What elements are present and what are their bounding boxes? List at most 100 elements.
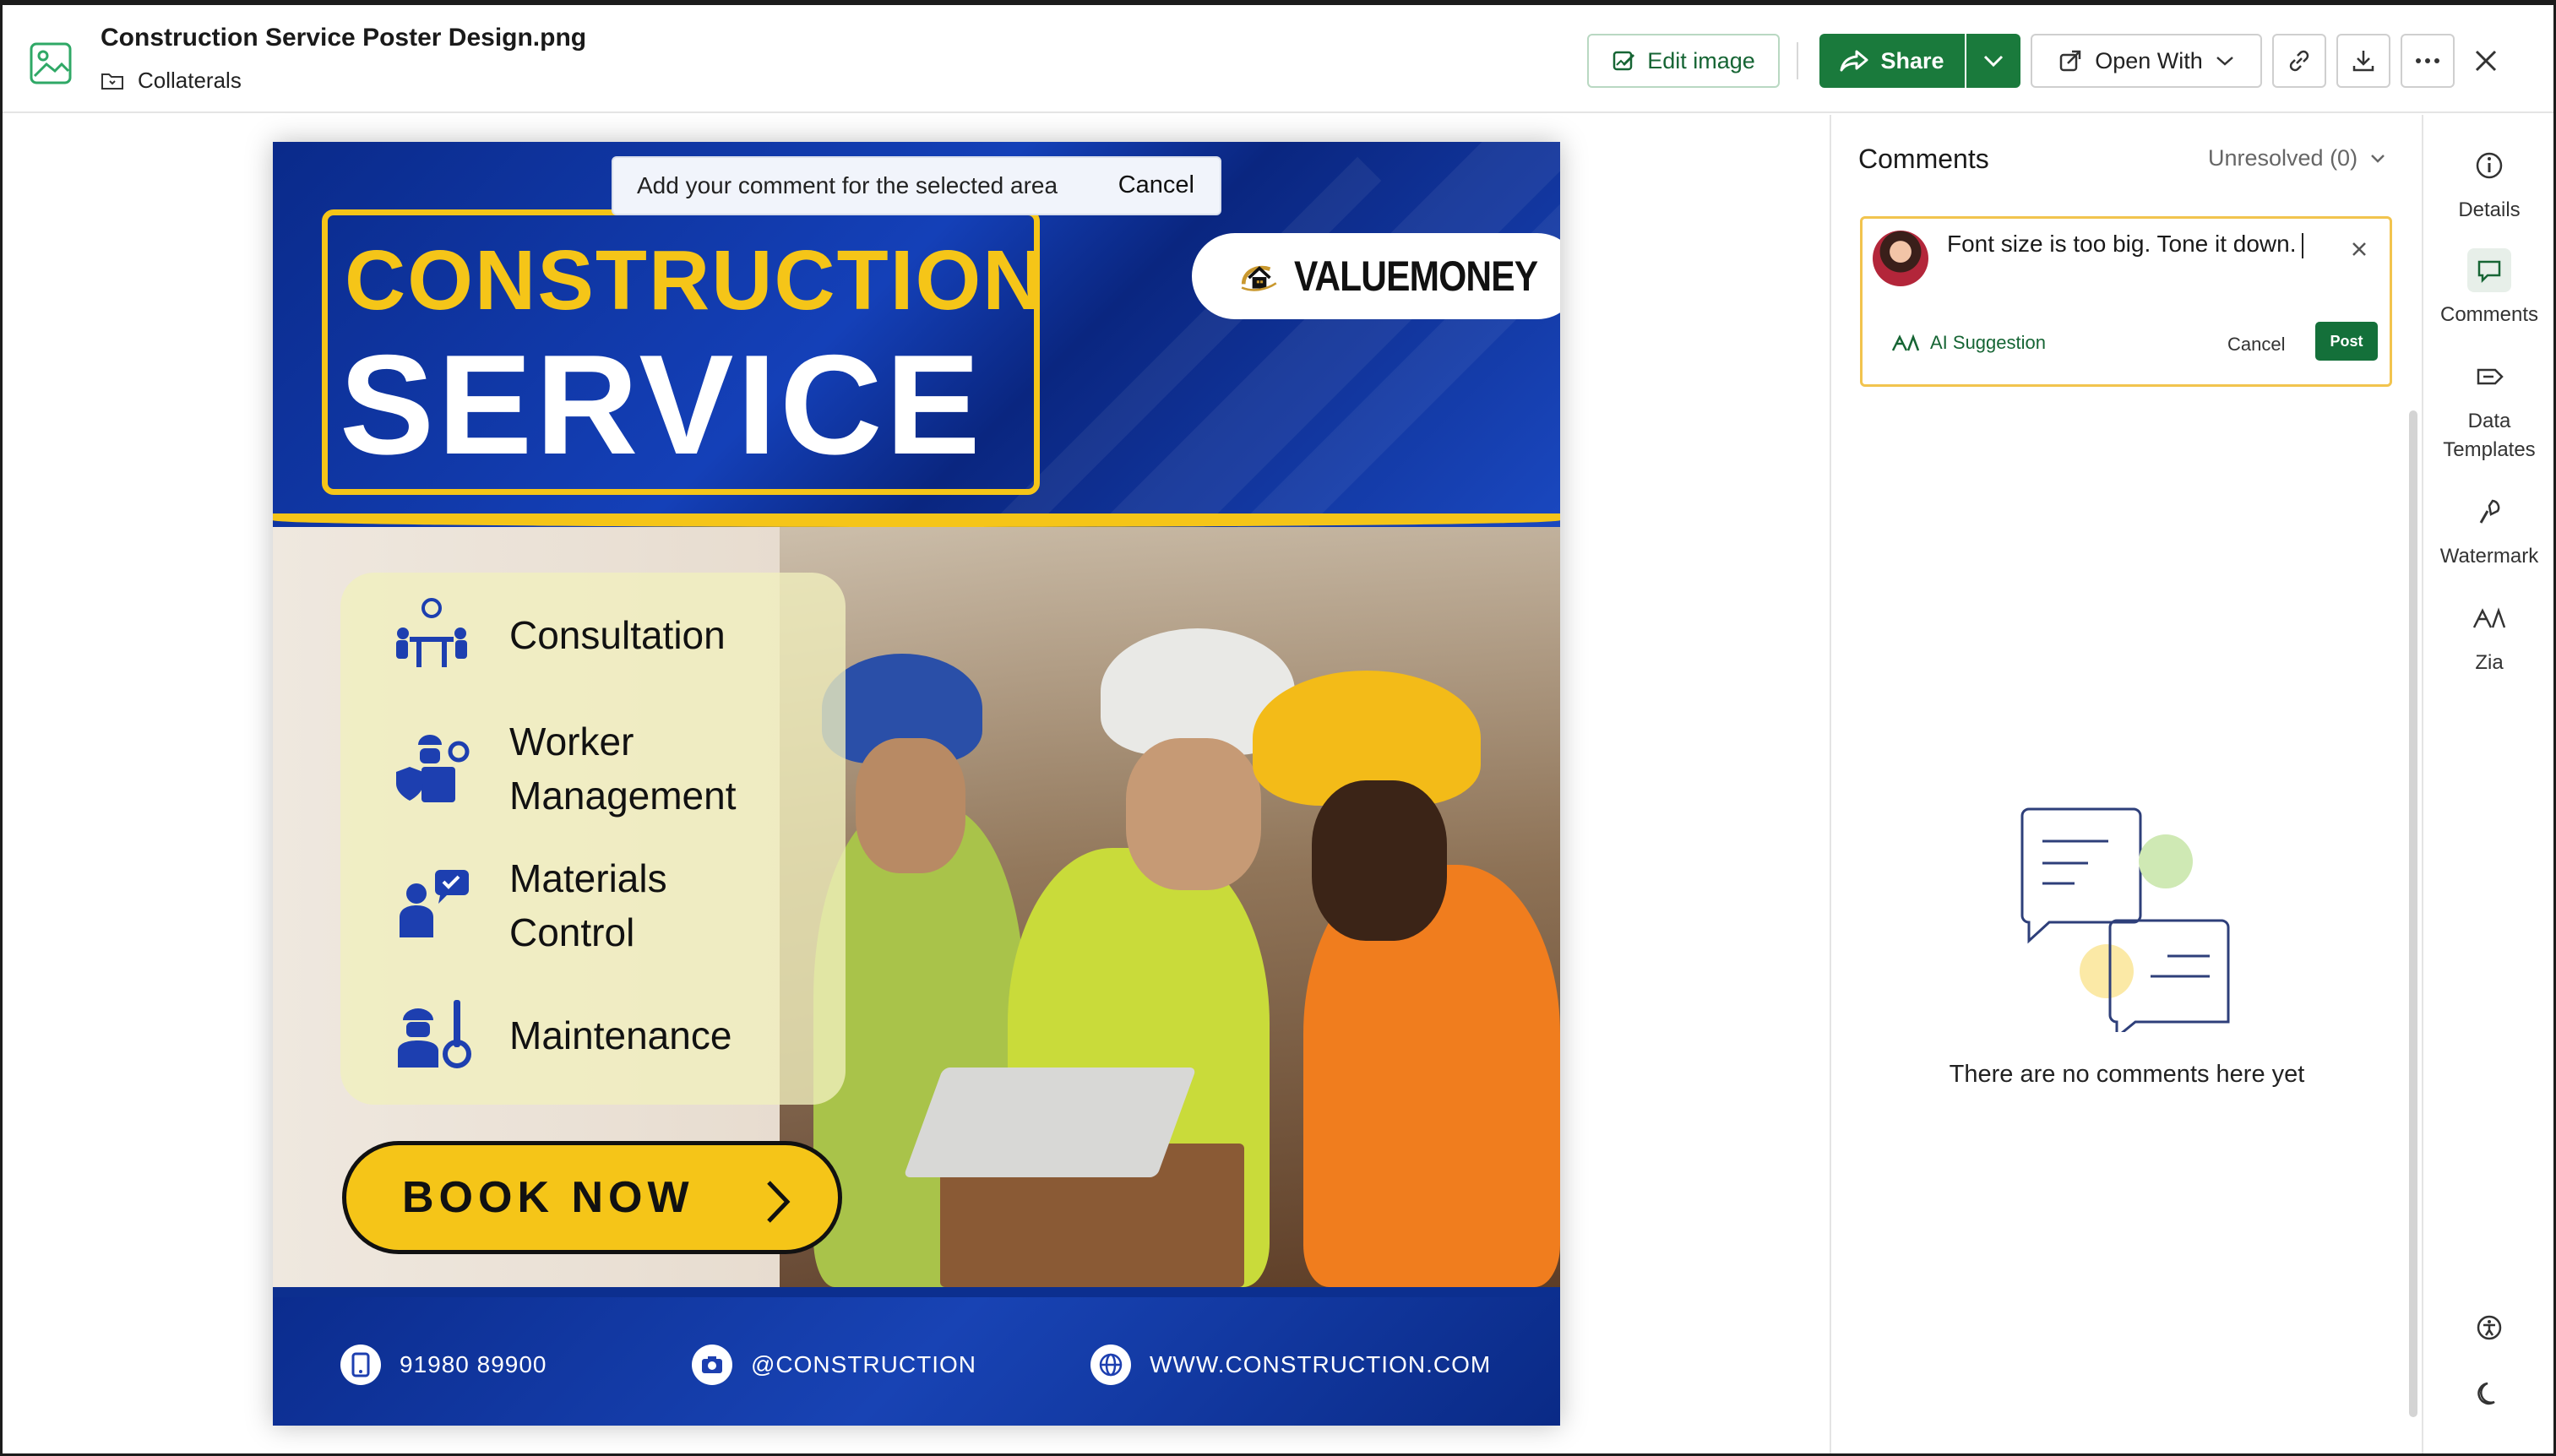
poster-image[interactable]: CONSTRUCTION SERVICE VALUEMONEY Consulta… [273,142,1560,1426]
gold-divider [273,513,1560,527]
services-panel: Consultation Worker Management Materials… [340,573,846,1105]
open-with-label: Open With [2095,47,2203,73]
text-cursor [2301,232,2303,258]
comments-title: Comments [1858,144,1989,174]
share-label: Share [1880,47,1944,73]
share-button[interactable]: Share [1819,34,1965,88]
ai-suggestion-label: AI Suggestion [1930,332,2046,353]
edit-image-label: Edit image [1647,47,1755,73]
chevron-down-icon [1983,55,2004,68]
link-icon [2289,50,2309,72]
edit-image-icon [1612,51,1635,71]
service-consultation: Consultation [391,595,726,676]
rail-data-templates-label: Data Templates [2443,410,2536,461]
book-now-button: BOOK NOW [342,1141,842,1254]
copy-link-button[interactable] [2272,34,2326,88]
comment-input[interactable]: Font size is too big. Tone it down. [1947,231,2303,258]
image-canvas[interactable]: CONSTRUCTION SERVICE VALUEMONEY Consulta… [3,115,1829,1453]
dark-mode-toggle[interactable] [2469,1373,2510,1414]
file-title: Construction Service Poster Design.png [101,24,587,52]
tag-icon [2477,368,2504,385]
selection-comment-toast: Add your comment for the selected area C… [612,156,1221,215]
service-label: Maintenance [509,1013,732,1057]
download-icon [2352,51,2374,72]
brand-name: VALUEMONEY [1293,253,1538,300]
panel-scrollbar[interactable] [2409,410,2417,1417]
comment-filter-label: Unresolved (0) [2208,145,2358,171]
share-arrow-icon [1840,50,1868,72]
footer-website: WWW.CONSTRUCTION.COM [1090,1345,1491,1385]
consultation-icon [396,598,467,667]
download-button[interactable] [2336,34,2390,88]
rail-watermark[interactable]: Watermark [2423,490,2555,571]
worker-management-icon [396,735,470,802]
poster-footer: 91980 89900 @CONSTRUCTION WWW.CONSTRUCTI… [273,1297,1560,1426]
rail-data-templates[interactable]: Data Templates [2423,355,2555,465]
website-url: WWW.CONSTRUCTION.COM [1150,1351,1492,1377]
comment-draft-text: Font size is too big. Tone it down. [1947,231,2297,257]
service-worker-management: Worker Management [391,714,737,823]
rail-zia[interactable]: Zia [2423,596,2555,677]
empty-comments-message: There are no comments here yet [1949,1061,2305,1088]
share-options-dropdown[interactable] [1966,34,2020,88]
maintenance-icon [398,1000,471,1068]
more-options-button[interactable] [2401,34,2455,88]
open-with-button[interactable]: Open With [2031,34,2262,88]
service-label: Worker Management [509,720,737,818]
ai-suggestion-button[interactable]: AI Suggestion [1891,332,2046,354]
footer-phone: 91980 89900 [340,1345,547,1385]
right-sidebar: Details Comments Data Templates Watermar… [2422,115,2553,1453]
service-label: Materials Control [509,856,667,954]
rail-comments-label: Comments [2439,303,2539,326]
comment-filter-dropdown[interactable]: Unresolved (0) [2208,145,2386,171]
service-materials-control: Materials Control [391,851,667,959]
accessibility-icon [2477,1315,2502,1340]
edit-image-button[interactable]: Edit image [1587,34,1780,88]
header-divider [1797,42,1798,79]
rail-details[interactable]: Details [2423,144,2555,225]
phone-number: 91980 89900 [400,1351,547,1377]
folder-name: Collaterals [138,68,242,93]
comments-panel: Comments Unresolved (0) Font size is too… [1830,115,2421,1453]
house-logo-icon [1241,265,1277,291]
top-header: Construction Service Poster Design.png C… [3,5,2553,113]
poster-title-box: CONSTRUCTION SERVICE [322,209,1044,495]
rail-comments[interactable]: Comments [2423,248,2555,329]
moon-icon [2477,1382,2495,1405]
footer-instagram: @CONSTRUCTION [692,1345,976,1385]
materials-control-icon [400,870,469,937]
open-external-icon [2059,50,2081,72]
close-viewer-button[interactable] [2467,42,2504,79]
rail-watermark-label: Watermark [2439,545,2539,568]
post-comment-button[interactable]: Post [2315,322,2378,361]
close-icon[interactable] [2351,241,2368,258]
accessibility-button[interactable] [2469,1307,2510,1348]
user-avatar [1873,231,1928,286]
chevron-down-icon [2216,57,2233,66]
chevron-down-icon [2371,154,2385,163]
poster-title-line2: SERVICE [340,325,984,484]
phone-icon [351,1352,370,1377]
book-now-label: BOOK NOW [402,1173,694,1222]
zia-icon [1891,334,1920,351]
instagram-handle: @CONSTRUCTION [751,1351,976,1377]
close-icon [2475,50,2497,72]
image-file-icon [30,42,72,84]
globe-icon [1099,1353,1123,1377]
brand-logo: VALUEMONEY [1192,233,1560,319]
poster-title-line1: CONSTRUCTION [345,233,1046,328]
rail-zia-label: Zia [2475,651,2504,674]
breadcrumb[interactable]: Collaterals [101,68,242,94]
watermark-icon [2479,499,2500,524]
toast-cancel-button[interactable]: Cancel [1118,171,1194,199]
empty-comments-illustration [2020,807,2230,1032]
comment-icon [2477,260,2501,284]
comment-compose-box[interactable]: Font size is too big. Tone it down. AI S… [1860,216,2392,387]
service-maintenance: Maintenance [391,995,731,1076]
more-horizontal-icon [2416,58,2439,63]
service-label: Consultation [509,613,726,657]
folder-icon [101,73,123,90]
info-icon [2476,152,2503,179]
comment-cancel-button[interactable]: Cancel [2227,334,2285,356]
zia-icon [2472,607,2506,628]
